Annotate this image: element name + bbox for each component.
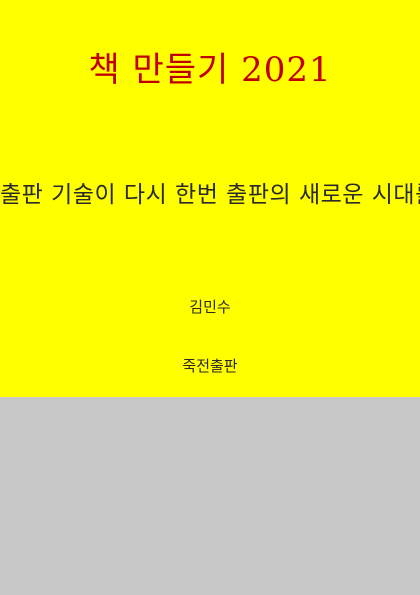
author-name: 김민수 (189, 298, 231, 316)
book-title: 책 만들기 2021 (88, 50, 332, 90)
book-subtitle: 출판 기술이 다시 한번 출판의 새로운 시대를 연다 (0, 182, 420, 208)
cover-gray-panel (0, 397, 420, 595)
cover-yellow-panel: 책 만들기 2021 출판 기술이 다시 한번 출판의 새로운 시대를 연다 김… (0, 0, 420, 397)
publisher-name: 죽전출판 (182, 357, 238, 375)
book-cover-page: 책 만들기 2021 출판 기술이 다시 한번 출판의 새로운 시대를 연다 김… (0, 0, 420, 595)
